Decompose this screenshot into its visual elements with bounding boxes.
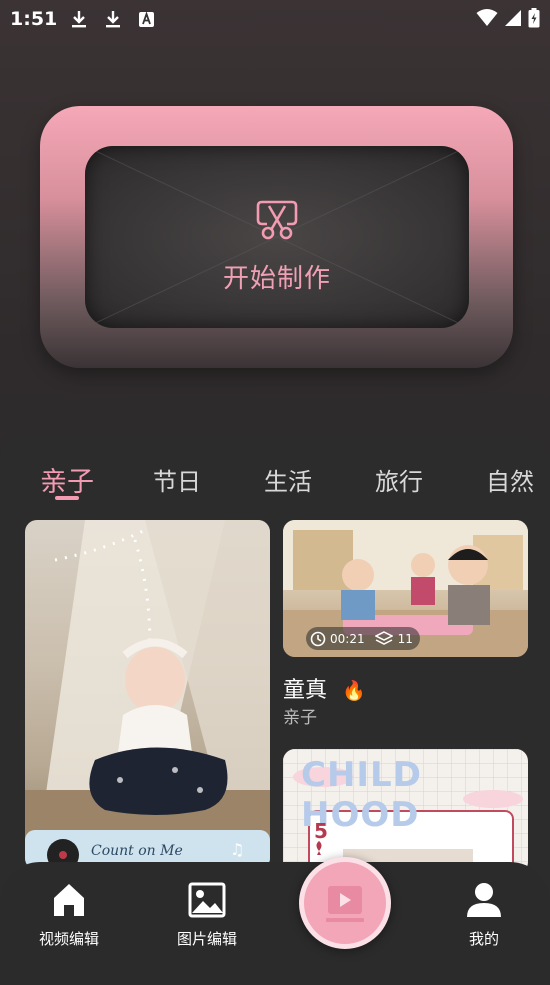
start-creating-button[interactable]: 开始制作: [85, 146, 469, 328]
nav-image-edit-label: 图片编辑: [176, 930, 237, 948]
music-note-icon: ♫: [230, 840, 245, 859]
tab-holiday[interactable]: 节日: [153, 462, 201, 497]
category-tabs: 亲子 节日 生活 旅行 自然: [0, 458, 550, 508]
baby-photo: [25, 520, 270, 870]
layer-count: 11: [397, 631, 413, 646]
wifi-icon: [476, 9, 498, 26]
tab-life[interactable]: 生活: [264, 462, 312, 497]
kids-card-category: 亲子: [283, 708, 317, 728]
text-a-icon: [139, 11, 154, 27]
user-icon: [467, 883, 501, 917]
scissors-icon: [256, 200, 298, 240]
tab-travel[interactable]: 旅行: [375, 462, 423, 497]
clock-icon: [310, 631, 326, 646]
video-meta-pill: 00:21 11: [306, 627, 420, 650]
tab-nature[interactable]: 自然: [486, 462, 534, 497]
childhood-overlay-text: CHILD HOOD: [301, 755, 422, 835]
bottom-nav: 视频编辑 图片编辑 我的: [0, 862, 550, 985]
baby-overlay-text: Count on Me: [91, 843, 183, 859]
nav-video-edit[interactable]: 视频编辑: [24, 880, 114, 949]
image-icon: [188, 882, 226, 918]
home-icon: [54, 884, 84, 916]
kids-title-text: 童真: [283, 678, 328, 703]
nav-video-edit-label: 视频编辑: [38, 930, 99, 948]
battery-charging-icon: [528, 8, 540, 28]
hero-label: 开始制作: [222, 264, 331, 294]
template-card-childhood[interactable]: CHILD HOOD 5: [283, 749, 528, 874]
nav-mine[interactable]: 我的: [439, 880, 529, 949]
create-video-button[interactable]: [299, 857, 391, 949]
status-bar: 1:51: [0, 0, 550, 38]
tab-indicator: [55, 496, 79, 500]
kids-card-title: 童真 🔥: [283, 672, 366, 704]
tab-parent-child[interactable]: 亲子: [40, 460, 94, 499]
playing-card-number: 5: [314, 819, 328, 843]
download-icon: [72, 11, 86, 28]
video-duration: 00:21: [330, 631, 365, 646]
nav-mine-label: 我的: [468, 930, 499, 948]
signal-icon: [505, 10, 521, 26]
template-card-baby[interactable]: Count on Me ♫: [25, 520, 270, 870]
fire-icon: 🔥: [342, 680, 366, 702]
download-icon: [106, 11, 120, 28]
play-icon: [326, 886, 364, 922]
nav-image-edit[interactable]: 图片编辑: [162, 880, 252, 949]
status-time: 1:51: [10, 8, 58, 30]
layers-icon: [374, 630, 393, 645]
